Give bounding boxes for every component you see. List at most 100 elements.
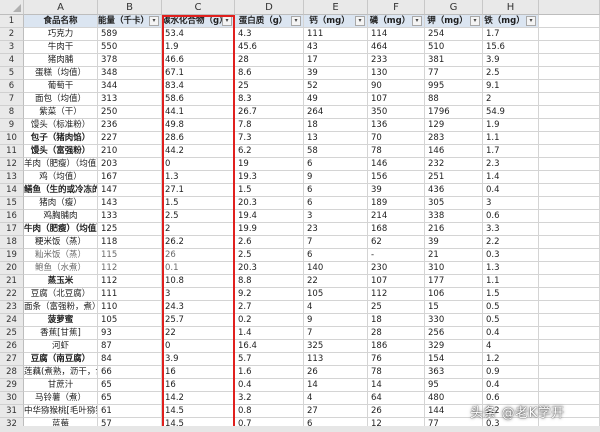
table-cell[interactable]: 230 (368, 262, 425, 275)
table-cell[interactable]: 面条（富强粉，煮） (24, 301, 98, 314)
table-cell[interactable]: 6.2 (235, 145, 304, 158)
table-cell[interactable]: 1.1 (483, 275, 539, 288)
empty-cell[interactable] (539, 145, 600, 158)
table-cell[interactable]: 146 (368, 158, 425, 171)
table-cell[interactable]: 0 (162, 340, 235, 353)
table-cell[interactable]: 鲍鱼（水煮） (24, 262, 98, 275)
filter-dropdown-icon[interactable]: ▾ (412, 16, 422, 26)
row-header-5[interactable]: 5 (0, 67, 24, 80)
table-cell[interactable]: 66 (98, 366, 162, 379)
table-cell[interactable]: 26 (162, 249, 235, 262)
table-cell[interactable]: 227 (98, 132, 162, 145)
table-cell[interactable]: 14.2 (162, 392, 235, 405)
table-cell[interactable]: 0.5 (483, 301, 539, 314)
table-cell[interactable]: 118 (98, 236, 162, 249)
table-cell[interactable]: 2 (162, 223, 235, 236)
filter-dropdown-icon[interactable]: ▾ (291, 16, 301, 26)
table-cell[interactable]: 16.4 (235, 340, 304, 353)
table-cell[interactable]: 2.7 (235, 301, 304, 314)
table-cell[interactable]: 22 (304, 275, 368, 288)
empty-cell[interactable] (539, 119, 600, 132)
table-cell[interactable]: 1.9 (483, 119, 539, 132)
empty-cell[interactable] (539, 67, 600, 80)
table-cell[interactable]: 1.9 (162, 41, 235, 54)
table-cell[interactable]: 蒸玉米 (24, 275, 98, 288)
table-cell[interactable]: 鳝鱼（生的或冷冻的） (24, 184, 98, 197)
row-header-4[interactable]: 4 (0, 54, 24, 67)
header-cell[interactable]: 磷（mg） ▾ (368, 15, 425, 28)
table-cell[interactable]: 216 (425, 223, 483, 236)
table-cell[interactable]: 250 (98, 106, 162, 119)
table-cell[interactable]: 14 (304, 379, 368, 392)
row-header-1[interactable]: 1 (0, 15, 24, 28)
table-cell[interactable]: 344 (98, 80, 162, 93)
empty-cell[interactable] (539, 353, 600, 366)
column-header-h[interactable]: H (483, 0, 539, 15)
table-cell[interactable]: 25 (368, 301, 425, 314)
table-cell[interactable]: - (368, 249, 425, 262)
empty-cell[interactable] (539, 262, 600, 275)
row-header-28[interactable]: 28 (0, 366, 24, 379)
table-cell[interactable]: 中华猕猴桃[毛叶猕猴桃] (24, 405, 98, 418)
column-header-a[interactable]: A (24, 0, 98, 15)
table-cell[interactable]: 0.8 (235, 405, 304, 418)
table-cell[interactable]: 107 (368, 275, 425, 288)
table-cell[interactable]: 350 (368, 106, 425, 119)
empty-cell[interactable] (539, 171, 600, 184)
table-cell[interactable]: 1.2 (483, 353, 539, 366)
column-header-g[interactable]: G (425, 0, 483, 15)
table-cell[interactable]: 蛋糕（均值） (24, 67, 98, 80)
row-header-21[interactable]: 21 (0, 275, 24, 288)
table-cell[interactable]: 49 (304, 93, 368, 106)
table-cell[interactable]: 鸡胸脯肉 (24, 210, 98, 223)
table-cell[interactable]: 25.7 (162, 314, 235, 327)
table-cell[interactable]: 26.2 (162, 236, 235, 249)
table-cell[interactable]: 49.8 (162, 119, 235, 132)
table-cell[interactable]: 2.6 (235, 236, 304, 249)
table-cell[interactable]: 111 (98, 288, 162, 301)
empty-cell[interactable] (539, 132, 600, 145)
table-cell[interactable]: 1.4 (483, 171, 539, 184)
table-cell[interactable]: 113 (304, 353, 368, 366)
table-cell[interactable]: 256 (425, 327, 483, 340)
table-cell[interactable]: 1.5 (483, 288, 539, 301)
table-cell[interactable]: 1.4 (235, 327, 304, 340)
table-cell[interactable]: 53.4 (162, 28, 235, 41)
table-cell[interactable]: 381 (425, 54, 483, 67)
empty-cell[interactable] (539, 54, 600, 67)
table-cell[interactable]: 巧克力 (24, 28, 98, 41)
table-cell[interactable]: 112 (98, 275, 162, 288)
table-cell[interactable]: 1796 (425, 106, 483, 119)
table-cell[interactable]: 39 (425, 236, 483, 249)
table-cell[interactable]: 39 (304, 67, 368, 80)
header-cell[interactable]: 钾（mg） ▾ (425, 15, 483, 28)
row-header-10[interactable]: 10 (0, 132, 24, 145)
table-cell[interactable]: 65 (98, 392, 162, 405)
table-cell[interactable]: 140 (304, 262, 368, 275)
table-cell[interactable]: 14.5 (162, 405, 235, 418)
header-cell[interactable]: 铁（mg） ▾ (483, 15, 539, 28)
table-cell[interactable]: 283 (425, 132, 483, 145)
empty-cell[interactable] (539, 314, 600, 327)
table-cell[interactable]: 589 (98, 28, 162, 41)
table-cell[interactable]: 牛肉（肥瘦）（均值） (24, 223, 98, 236)
table-cell[interactable]: 豆腐（南豆腐） (24, 353, 98, 366)
header-cell[interactable]: 能量（千卡） ▾ (98, 15, 162, 28)
filter-dropdown-icon[interactable]: ▾ (470, 16, 480, 26)
table-cell[interactable]: 0.2 (235, 314, 304, 327)
header-cell[interactable]: 钙（mg） ▾ (304, 15, 368, 28)
table-cell[interactable]: 26.7 (235, 106, 304, 119)
table-cell[interactable]: 147 (98, 184, 162, 197)
table-cell[interactable]: 264 (304, 106, 368, 119)
table-cell[interactable]: 包子（猪肉馅） (24, 132, 98, 145)
table-cell[interactable]: 0.1 (162, 262, 235, 275)
table-cell[interactable]: 19.9 (235, 223, 304, 236)
table-cell[interactable]: 76 (368, 353, 425, 366)
filter-dropdown-icon[interactable]: ▾ (149, 16, 159, 26)
empty-cell[interactable] (539, 106, 600, 119)
table-cell[interactable]: 0.4 (483, 184, 539, 197)
table-cell[interactable]: 7 (304, 327, 368, 340)
table-cell[interactable]: 1.3 (162, 171, 235, 184)
table-cell[interactable]: 籼米饭（蒸） (24, 249, 98, 262)
table-cell[interactable]: 77 (425, 67, 483, 80)
